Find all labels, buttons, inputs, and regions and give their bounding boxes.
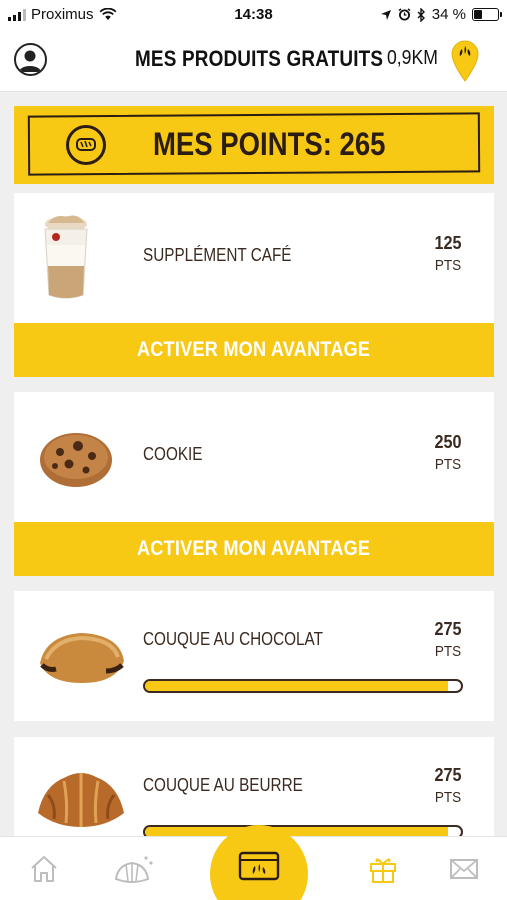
points-unit: PTS bbox=[434, 643, 462, 660]
location-arrow-icon bbox=[380, 9, 391, 20]
points-unit: PTS bbox=[434, 789, 462, 806]
points-unit: PTS bbox=[434, 456, 462, 473]
page-title: MES PRODUITS GRATUITS bbox=[135, 46, 384, 71]
status-indicators: 34 % bbox=[380, 6, 502, 23]
product-points: 125 PTS bbox=[428, 233, 468, 274]
location-pin-icon[interactable] bbox=[450, 40, 480, 82]
product-points: 250 PTS bbox=[428, 432, 468, 473]
product-points: 275 PTS bbox=[428, 765, 468, 806]
activate-benefit-button[interactable]: ACTIVER MON AVANTAGE bbox=[14, 522, 494, 576]
home-icon[interactable] bbox=[26, 851, 62, 887]
product-points: 275 PTS bbox=[428, 619, 468, 660]
battery-percent: 34 % bbox=[431, 6, 466, 23]
product-card: SUPPLÉMENT CAFÉ 125 PTS bbox=[14, 193, 494, 323]
activate-benefit-label: ACTIVER MON AVANTAGE bbox=[137, 338, 371, 361]
points-value: 125 bbox=[434, 233, 462, 253]
points-value: 275 bbox=[434, 619, 462, 639]
pastries-icon[interactable] bbox=[112, 851, 156, 887]
points-unit: PTS bbox=[434, 257, 462, 274]
mail-icon[interactable] bbox=[446, 851, 482, 887]
battery-icon bbox=[472, 8, 502, 21]
app-header: MES PRODUITS GRATUITS 0,9KM bbox=[0, 30, 507, 92]
product-name: COUQUE AU BEURRE bbox=[143, 775, 303, 795]
user-avatar-icon[interactable] bbox=[14, 43, 47, 76]
progress-fill bbox=[145, 681, 449, 691]
product-name: COUQUE AU CHOCOLAT bbox=[143, 629, 323, 649]
activate-benefit-button[interactable]: ACTIVER MON AVANTAGE bbox=[14, 323, 494, 377]
croissant-image bbox=[38, 773, 124, 827]
points-progress-bar bbox=[143, 679, 463, 693]
product-card: COOKIE 250 PTS bbox=[14, 392, 494, 522]
product-card: COUQUE AU CHOCOLAT 275 PTS bbox=[14, 591, 494, 721]
status-bar: Proximus 14:38 34 % bbox=[0, 0, 507, 30]
pain-au-chocolat-image bbox=[40, 633, 124, 683]
bread-coin-icon bbox=[66, 125, 106, 165]
alarm-icon bbox=[398, 8, 411, 21]
points-total: MES POINTS: 265 bbox=[153, 126, 386, 162]
points-banner: MES POINTS: 265 bbox=[14, 106, 494, 184]
bluetooth-icon bbox=[417, 7, 425, 22]
activate-benefit-label: ACTIVER MON AVANTAGE bbox=[137, 537, 371, 560]
points-value: 250 bbox=[434, 432, 462, 452]
gift-icon[interactable] bbox=[365, 851, 401, 887]
distance-label[interactable]: 0,9KM bbox=[387, 47, 438, 70]
loyalty-card-icon bbox=[238, 851, 280, 881]
latte-glass-image bbox=[44, 215, 88, 299]
cookie-image bbox=[40, 433, 112, 487]
product-name: COOKIE bbox=[143, 444, 203, 464]
points-value: 275 bbox=[434, 765, 462, 785]
product-name: SUPPLÉMENT CAFÉ bbox=[143, 245, 292, 265]
